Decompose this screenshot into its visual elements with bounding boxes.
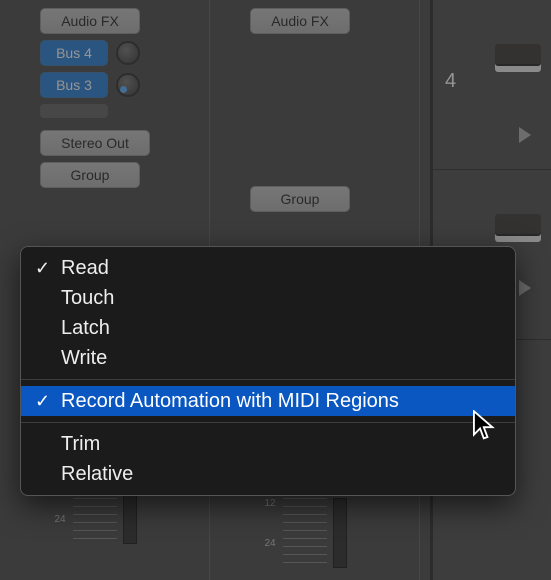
track-header[interactable]: 4 [433, 0, 551, 170]
group-button[interactable]: Group [250, 186, 350, 212]
fader-area: 12 24 [220, 498, 409, 568]
menu-item-write[interactable]: Write [21, 343, 515, 373]
ruler-tick: 24 [55, 514, 66, 525]
menu-item-read[interactable]: Read [21, 253, 515, 283]
ruler-tick: 24 [265, 538, 276, 549]
menu-item-touch[interactable]: Touch [21, 283, 515, 313]
instrument-icon [495, 214, 541, 242]
menu-separator [21, 422, 515, 423]
fader-ruler[interactable] [283, 498, 327, 568]
send-knob[interactable] [116, 73, 140, 97]
menu-item-record-automation-midi[interactable]: Record Automation with MIDI Regions [21, 386, 515, 416]
send-bus-button[interactable]: Bus 3 [40, 72, 108, 98]
menu-item-trim[interactable]: Trim [21, 429, 515, 459]
send-slot-empty[interactable] [40, 104, 108, 118]
audio-fx-slot[interactable]: Audio FX [40, 8, 140, 34]
track-number: 4 [445, 70, 456, 93]
send-knob[interactable] [116, 41, 140, 65]
menu-item-relative[interactable]: Relative [21, 459, 515, 489]
ruler-tick: 12 [265, 498, 276, 509]
level-meter [333, 498, 347, 568]
group-button[interactable]: Group [40, 162, 140, 188]
disclosure-triangle-icon[interactable] [519, 280, 531, 296]
disclosure-triangle-icon[interactable] [519, 127, 531, 143]
menu-item-latch[interactable]: Latch [21, 313, 515, 343]
instrument-icon [495, 44, 541, 72]
audio-fx-slot[interactable]: Audio FX [250, 8, 350, 34]
output-button[interactable]: Stereo Out [40, 130, 150, 156]
send-bus-button[interactable]: Bus 4 [40, 40, 108, 66]
menu-separator [21, 379, 515, 380]
automation-mode-menu: Read Touch Latch Write Record Automation… [20, 246, 516, 496]
